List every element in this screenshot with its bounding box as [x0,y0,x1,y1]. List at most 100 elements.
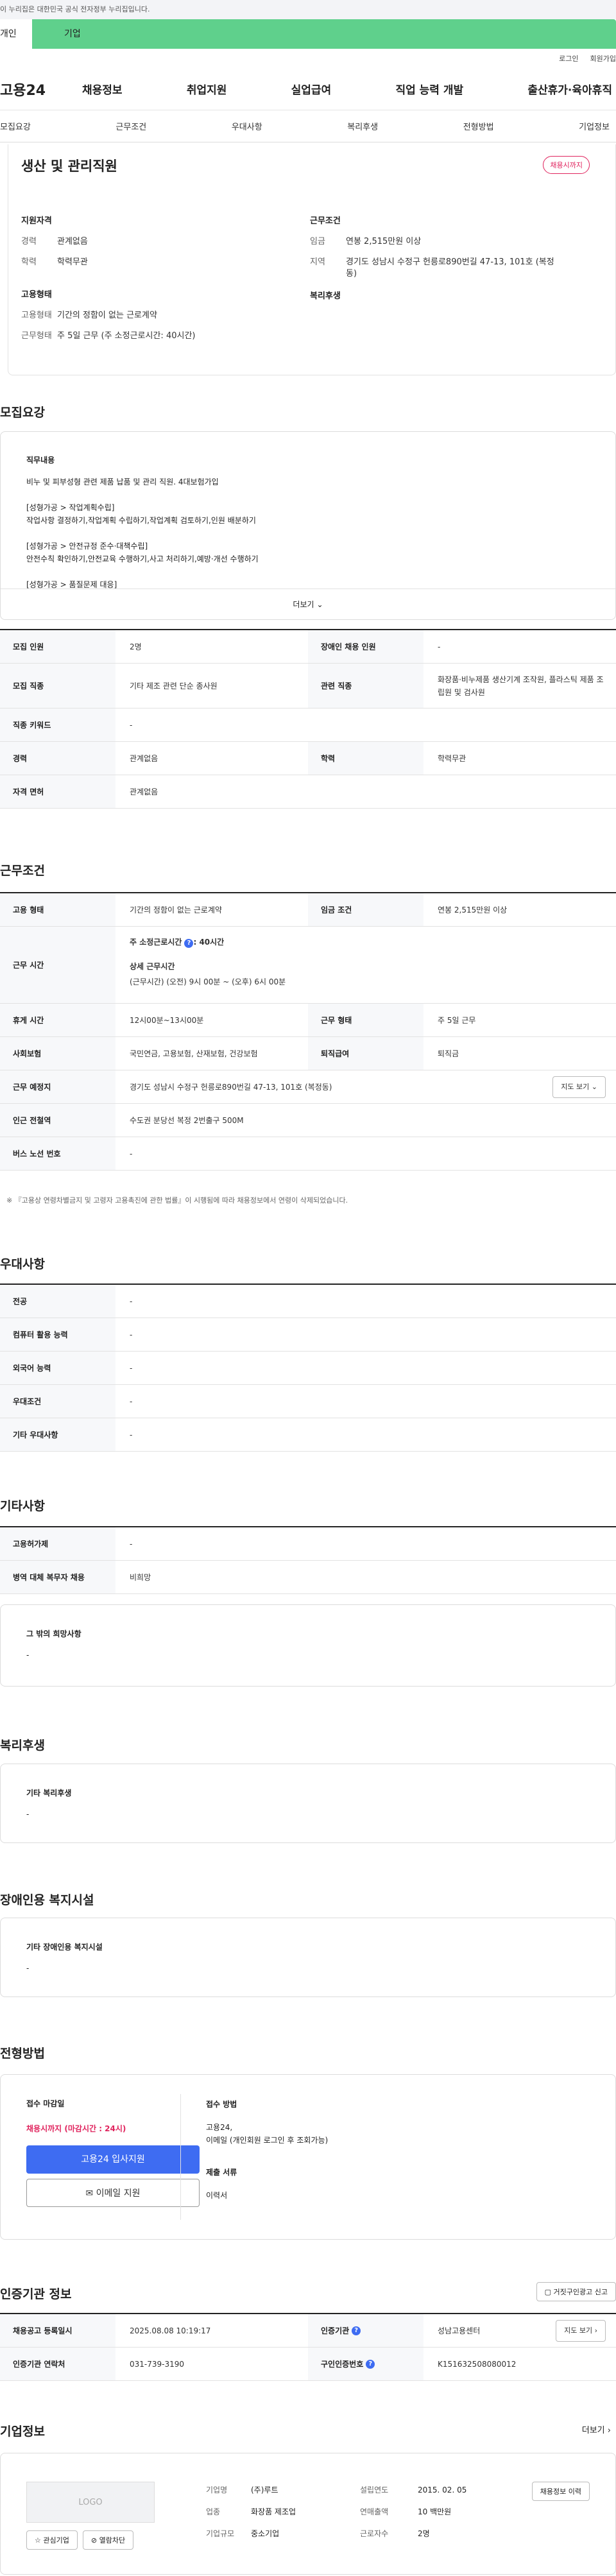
map-view-button[interactable]: 지도 보기 ⌄ [552,1076,606,1098]
section-title-conditions: 근무조건 [0,864,45,878]
other-etc-box: 그 밖의 희망사항 - [0,1604,616,1687]
gnb-item-maternity-leave[interactable]: 출산휴가·육아휴직 [527,81,612,97]
login-link[interactable]: 로그인 [559,53,578,64]
td: 관계없음 [130,753,158,763]
map-btn-label: 지도 보기 [561,1082,590,1091]
label: 학력 [21,257,37,267]
anchor-preferences[interactable]: 우대사항 [232,120,262,132]
duty-box: 직무내용 비누 및 피부성형 관련 제품 납품 및 관리 직원. 4대보험가입 … [0,431,616,620]
interest-company-button[interactable]: ☆ 관심기업 [26,2530,78,2550]
welfare-heading: 복리후생 [310,291,341,301]
th: 근무 형태 [308,1004,424,1036]
td: 031-739-3190 [130,2359,185,2369]
td: - [130,720,133,730]
section-title-selection: 전형방법 [0,2047,45,2061]
gnb-item-employment-support[interactable]: 취업지원 [187,81,227,97]
value: 중소기업 [251,2529,280,2538]
value: 기간의 정함이 없는 근로계약 [57,311,157,320]
user-type-tabs: 개인 기업 [0,19,616,49]
box-heading: 기타 복리후생 [26,1789,72,1798]
reqno-label: 구인인증번호 [321,2360,364,2369]
th: 사회보험 [0,1037,116,1070]
label: 연매출액 [360,2507,389,2516]
signup-link[interactable]: 회원가입 [590,53,616,64]
duty-spacer [26,565,590,578]
anchor-selection[interactable]: 전형방법 [463,120,494,132]
duty-more-button[interactable]: 더보기 ⌄ [1,588,615,619]
section-title-company: 기업정보 [0,2425,45,2439]
value: 2명 [418,2529,430,2538]
section-anchor-nav: 모집요강 근무조건 우대사항 복리후생 전형방법 기업정보 [0,110,616,142]
info-icon[interactable]: ? [352,2326,361,2335]
th: 인증기관 연락처 [0,2348,116,2380]
tab-personal[interactable]: 개인 [0,19,32,49]
disabled-facility-box: 기타 장애인용 복지시설 - [0,1918,616,1997]
td: K151632508080012 [438,2359,517,2369]
more-label: 더보기 [293,600,314,609]
job-history-button[interactable]: 채용정보 이력 [531,2482,590,2501]
block-icon: ⊘ [90,2536,98,2545]
section-title-disabled-facility: 장애인용 복지시설 [0,1893,94,1907]
company-logo-placeholder: LOGO [26,2482,155,2523]
apply-button[interactable]: 고용24 입사지원 [26,2145,200,2174]
label: 설립연도 [360,2486,389,2494]
anchor-company[interactable]: 기업정보 [579,120,610,132]
more-label: 더보기 [581,2426,605,2435]
anchor-recruit[interactable]: 모집요강 [0,120,31,132]
info-icon[interactable]: ? [366,2359,375,2369]
th: 직종 키워드 [0,708,116,741]
gnb-item-unemployment-benefit[interactable]: 실업급여 [291,81,332,97]
value: 화장품 제조업 [251,2507,296,2516]
label: 임금 [310,237,325,246]
box-heading: 그 밖의 희망사항 [26,1629,81,1638]
duty-line: 비누 및 피부성형 관련 제품 납품 및 관리 직원. 4대보험가입 [26,477,219,486]
section-title-preferences: 우대사항 [0,1257,45,1271]
global-nav: 고용24 채용정보 취업지원 실업급여 직업 능력 개발 출산휴가·육아휴직 [0,68,616,110]
th: 모집 직종 [0,664,116,708]
block-label: 열람차단 [99,2536,126,2545]
company-more-link[interactable]: 더보기 › [582,2423,611,2435]
duty-spacer [26,527,590,540]
company-box: LOGO ☆ 관심기업 ⊘ 열람차단 기업명 (주)루트 설립연도 2015. 02.… [0,2453,616,2575]
td: 비희망 [130,1572,151,1582]
label: 고용형태 [21,311,52,320]
anchor-conditions[interactable]: 근무조건 [116,120,146,132]
site-logo[interactable]: 고용24 [0,79,77,99]
anchor-welfare[interactable]: 복리후생 [347,120,378,132]
th: 인근 전철역 [0,1104,116,1137]
tab-company[interactable]: 기업 [32,19,616,49]
block-view-button[interactable]: ⊘ 열람차단 [82,2530,134,2550]
td: - [438,642,441,651]
duty-heading: 직무내용 [26,456,55,465]
td: 퇴직금 [438,1049,459,1058]
deadline-badge: 채용시까지 [543,156,590,174]
recruit-table: 모집 인원 2명 장애인 채용 인원 - 모집 직종 기타 제조 관련 단순 종사원 관련… [0,629,616,809]
method-heading: 접수 방법 [206,2100,237,2109]
th: 우대조건 [0,1385,116,1418]
th: 경력 [0,742,116,775]
deadline-heading: 접수 마감일 [26,2099,65,2108]
section-title-agency: 인증기관 정보 [0,2287,72,2301]
td: - [130,1296,133,1306]
box-value: - [26,1810,30,1819]
agency-table: 채용공고 등록일시 2025.08.08 10:19:17 인증기관? 성남고용센터 지… [0,2313,616,2381]
label: 근무형태 [21,331,52,341]
gov-banner: 이 누리집은 대한민국 공식 전자정부 누리집입니다. [0,0,616,19]
agency-map-button[interactable]: 지도 보기 › [556,2319,606,2342]
info-icon[interactable]: ? [184,939,194,948]
duty-line: [성형가공 > 작업계획수립] [26,503,115,512]
util-links: 로그인 회원가입 [0,49,616,68]
age-notice: ※ 『고용상 연령차별금지 및 고령자 고용촉진에 관한 법률』이 시행됨에 따… [6,1196,348,1205]
preferences-table: 전공 - 컴퓨터 활용 능력 - 외국어 능력 - 우대조건 - 기타 우대사항 - [0,1284,616,1452]
td: 학력무관 [438,753,466,763]
gnb-item-jobs[interactable]: 채용정보 [82,81,123,97]
value: 경기도 성남시 수정구 헌릉로890번길 47-13, 101호 (복정동) [346,257,554,279]
label: 지역 [310,257,325,267]
false-ad-report-button[interactable]: ▢ 거짓구인광고 신고 [536,2282,616,2301]
td: - [130,1363,133,1373]
gnb-item-vocational-training[interactable]: 직업 능력 개발 [395,81,463,97]
email-apply-button[interactable]: ✉ 이메일 지원 [26,2179,200,2207]
th: 기타 우대사항 [0,1418,116,1451]
td: 2025.08.08 10:19:17 [130,2326,211,2335]
th: 고용허가제 [0,1527,116,1560]
